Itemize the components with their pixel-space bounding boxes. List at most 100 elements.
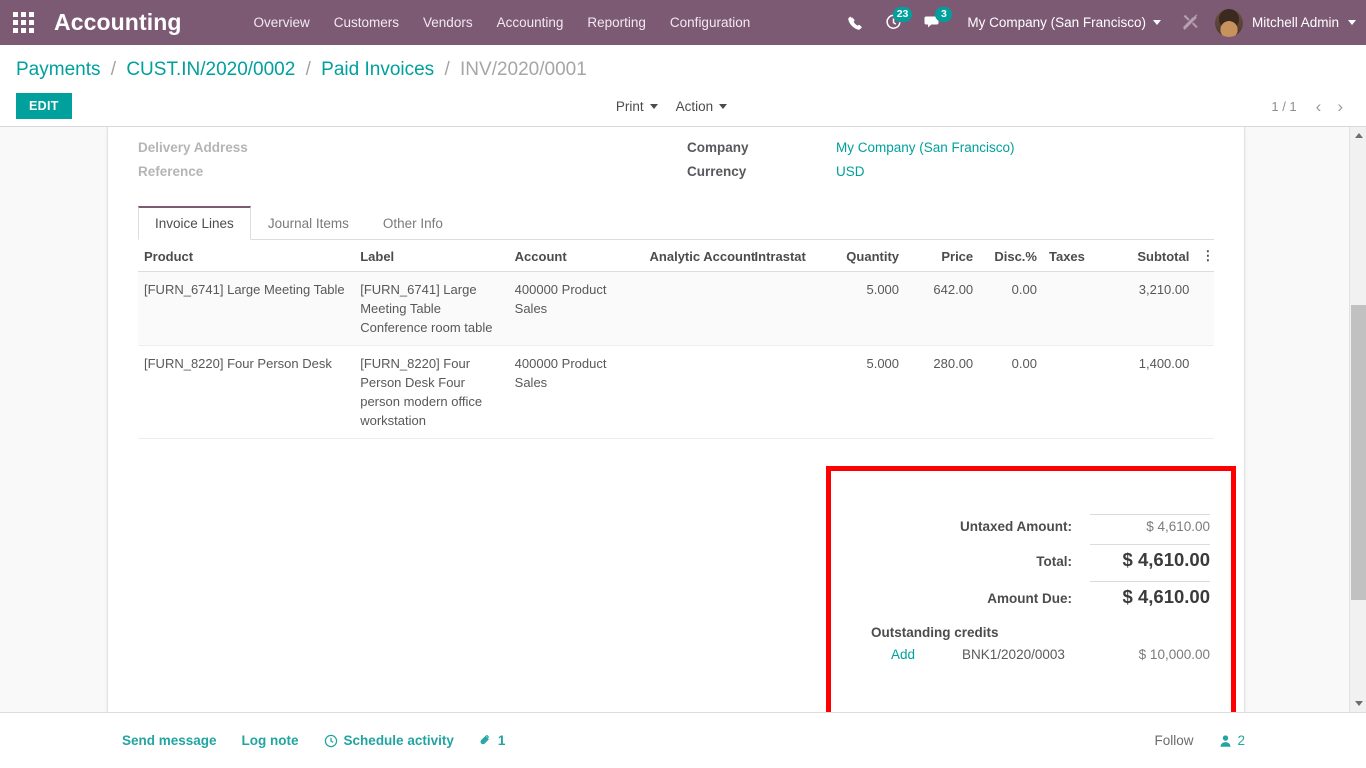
breadcrumb-item-paid-invoices[interactable]: Paid Invoices [321, 59, 434, 80]
avatar [1214, 8, 1243, 37]
app-brand-title[interactable]: Accounting [46, 9, 196, 36]
total-value: $ 4,610.00 [1090, 544, 1210, 571]
chatter-follow-area: Follow 2 [1154, 733, 1245, 748]
messages-chat-icon[interactable]: 3 [913, 0, 953, 45]
developer-tools-icon[interactable] [1170, 14, 1211, 31]
amount-due-row: Amount Due: $ 4,610.00 [831, 576, 1210, 613]
cell-quantity: 5.000 [820, 345, 906, 439]
cell-product: [FURN_6741] Large Meeting Table [138, 271, 355, 346]
field-company[interactable]: Company My Company (San Francisco) [687, 135, 1214, 159]
scrollbar-thumb[interactable] [1351, 305, 1366, 600]
clock-icon [324, 734, 337, 747]
tab-invoice-lines[interactable]: Invoice Lines [138, 206, 251, 240]
invoice-header-fields: Delivery Address Reference Company My Co… [138, 127, 1214, 183]
column-header-analytic-account[interactable]: Analytic Account [643, 240, 755, 272]
cell-discount: 0.00 [979, 271, 1043, 346]
totals-zone: Untaxed Amount: $ 4,610.00 Total: $ 4,61… [138, 466, 1236, 712]
content-area: Delivery Address Reference Company My Co… [0, 127, 1366, 712]
amount-due-label: Amount Due: [987, 591, 1072, 606]
phone-icon[interactable] [836, 0, 874, 45]
followers-button[interactable]: 2 [1219, 733, 1245, 748]
cell-account: 400000 Product Sales [508, 345, 644, 439]
apps-grid-icon[interactable] [0, 0, 46, 45]
vertical-scrollbar[interactable] [1349, 127, 1366, 712]
breadcrumb-separator: / [444, 59, 450, 80]
untaxed-amount-value: $ 4,610.00 [1090, 514, 1210, 534]
untaxed-amount-label: Untaxed Amount: [960, 519, 1072, 534]
column-header-account[interactable]: Account [508, 240, 644, 272]
follow-button[interactable]: Follow [1154, 733, 1193, 748]
field-label-reference: Reference [138, 163, 204, 179]
column-header-quantity[interactable]: Quantity [820, 240, 906, 272]
menu-item-vendors[interactable]: Vendors [411, 9, 485, 36]
breadcrumb-item-payments[interactable]: Payments [16, 59, 100, 80]
sheet-container: Delivery Address Reference Company My Co… [0, 127, 1366, 712]
column-header-subtotal[interactable]: Subtotal [1108, 240, 1196, 272]
column-header-label[interactable]: Label [354, 240, 509, 272]
breadcrumb-separator: / [305, 59, 311, 80]
tab-other-info[interactable]: Other Info [366, 206, 460, 240]
pager-next-icon[interactable]: › [1330, 96, 1350, 117]
control-panel-dropdowns: Print Action [72, 99, 1272, 114]
print-dropdown[interactable]: Print [616, 99, 658, 114]
pager-previous-icon[interactable]: ‹ [1309, 96, 1329, 117]
cell-options [1195, 345, 1214, 439]
cell-subtotal: 3,210.00 [1108, 271, 1196, 346]
field-value-currency[interactable]: USD [836, 164, 865, 179]
cell-price: 280.00 [905, 345, 980, 439]
breadcrumb: Payments / CUST.IN/2020/0002 / Paid Invo… [16, 45, 1350, 84]
scroll-up-arrow-icon[interactable] [1350, 127, 1366, 144]
log-note-button[interactable]: Log note [242, 733, 299, 748]
company-switcher-label: My Company (San Francisco) [967, 15, 1146, 30]
notebook-tabs: Invoice Lines Journal Items Other Info [138, 206, 1214, 240]
total-row: Total: $ 4,610.00 [831, 539, 1210, 576]
top-navbar: Accounting Overview Customers Vendors Ac… [0, 0, 1366, 45]
form-scroll-region: Delivery Address Reference Company My Co… [0, 127, 1366, 712]
field-label-delivery-address: Delivery Address [138, 139, 248, 155]
odoo-accounting-window: Accounting Overview Customers Vendors Ac… [0, 0, 1366, 768]
field-reference[interactable]: Reference [138, 159, 676, 183]
menu-item-configuration[interactable]: Configuration [658, 9, 762, 36]
column-header-product[interactable]: Product [138, 240, 355, 272]
table-row[interactable]: [FURN_8220] Four Person Desk [FURN_8220]… [138, 345, 1214, 439]
invoice-notebook: Invoice Lines Journal Items Other Info P… [138, 206, 1214, 439]
column-header-taxes[interactable]: Taxes [1042, 240, 1109, 272]
navbar-right-tools: 23 3 My Company (San Francisco) Mitchell… [836, 0, 1366, 45]
pager: 1 / 1 ‹ › [1271, 96, 1350, 117]
company-switcher[interactable]: My Company (San Francisco) [953, 15, 1170, 30]
menu-item-accounting[interactable]: Accounting [485, 9, 576, 36]
action-dropdown-label: Action [675, 98, 714, 114]
column-header-price[interactable]: Price [905, 240, 980, 272]
invoice-lines-body: [FURN_6741] Large Meeting Table [FURN_67… [138, 271, 1214, 439]
field-value-company[interactable]: My Company (San Francisco) [836, 140, 1015, 155]
scroll-down-arrow-icon[interactable] [1350, 695, 1366, 712]
table-row[interactable]: [FURN_6741] Large Meeting Table [FURN_67… [138, 271, 1214, 346]
edit-button[interactable]: EDIT [16, 92, 72, 120]
menu-item-reporting[interactable]: Reporting [575, 9, 658, 36]
print-dropdown-label: Print [615, 98, 644, 114]
breadcrumb-item-payment-ref[interactable]: CUST.IN/2020/0002 [126, 59, 295, 80]
credit-reference: BNK1/2020/0003 [962, 647, 1065, 662]
activity-clock-icon[interactable]: 23 [874, 0, 913, 45]
chevron-down-icon [1348, 20, 1356, 25]
add-credit-link[interactable]: Add [891, 647, 915, 662]
vertical-dots-icon[interactable]: ⋮ [1195, 240, 1214, 272]
schedule-activity-button[interactable]: Schedule activity [324, 733, 454, 748]
menu-item-customers[interactable]: Customers [322, 9, 411, 36]
tab-journal-items[interactable]: Journal Items [251, 206, 366, 240]
untaxed-amount-row: Untaxed Amount: $ 4,610.00 [831, 509, 1210, 539]
totals-highlight-box: Untaxed Amount: $ 4,610.00 Total: $ 4,61… [826, 466, 1236, 712]
column-header-discount[interactable]: Disc.% [979, 240, 1043, 272]
field-label-company: Company [687, 139, 749, 155]
user-menu-label: Mitchell Admin [1251, 15, 1339, 30]
field-delivery-address[interactable]: Delivery Address [138, 135, 676, 159]
action-dropdown[interactable]: Action [676, 99, 728, 114]
user-menu[interactable]: Mitchell Admin [1211, 8, 1356, 37]
field-currency[interactable]: Currency USD [687, 159, 1214, 183]
attachments-button[interactable]: 1 [479, 733, 505, 748]
column-header-intrastat[interactable]: Intrastat [748, 240, 821, 272]
menu-item-overview[interactable]: Overview [242, 9, 322, 36]
send-message-button[interactable]: Send message [122, 733, 217, 748]
invoice-lines-table: Product Label Account Analytic Account I… [138, 240, 1214, 439]
outstanding-credit-item: Add BNK1/2020/0003 $ 10,000.00 [831, 647, 1210, 662]
